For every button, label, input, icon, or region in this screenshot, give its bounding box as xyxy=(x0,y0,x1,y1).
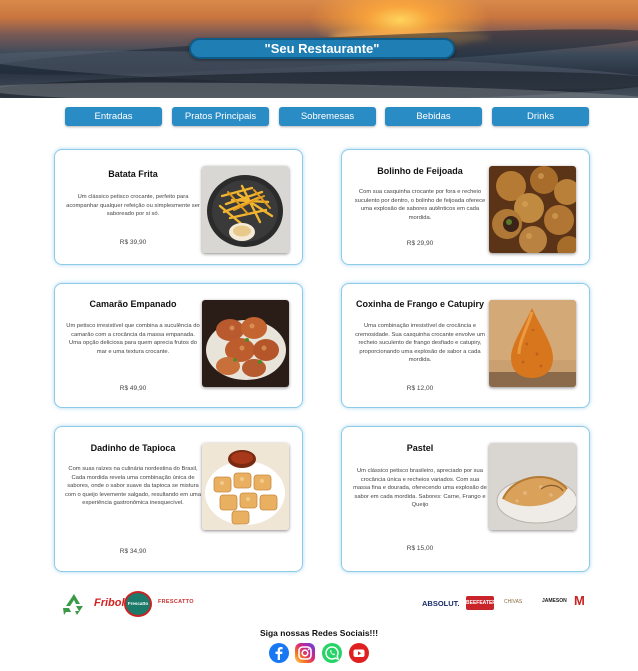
menu-card[interactable]: Camarão Empanado Um petisco irresistível… xyxy=(54,283,303,408)
recycle-icon xyxy=(63,594,83,615)
restaurant-title: "Seu Restaurante" xyxy=(189,38,455,59)
martini-logo: M xyxy=(574,593,585,608)
chivas-logo: CHIVAS xyxy=(504,599,523,605)
social-title: Siga nossas Redes Sociais!!! xyxy=(259,628,379,638)
item-price: R$ 12,00 xyxy=(406,385,434,392)
category-nav: Entradas Pratos Principais Sobremesas Be… xyxy=(0,107,638,126)
whatsapp-icon[interactable] xyxy=(322,643,342,663)
fribol-logo: Fribol xyxy=(94,597,125,609)
menu-card[interactable]: Coxinha de Frango e Catupiry Uma combina… xyxy=(341,283,590,408)
item-name: Pastel xyxy=(406,443,434,453)
batata-frita-photo xyxy=(202,166,289,253)
menu-card[interactable]: Pastel Um clássico petisco brasileiro, a… xyxy=(341,426,590,572)
instagram-icon[interactable] xyxy=(295,643,315,663)
nav-sobremesas-button[interactable]: Sobremesas xyxy=(279,107,376,126)
nav-bebidas-button[interactable]: Bebidas xyxy=(385,107,482,126)
camarao-empanado-photo xyxy=(202,300,289,387)
bolinho-feijoada-photo xyxy=(489,166,576,253)
partner-logos: Fribol Frescatto FRESCATTO ABSOLUT. BEEF… xyxy=(0,590,638,620)
item-price: R$ 34,90 xyxy=(119,548,147,555)
item-name: Dadinho de Tapioca xyxy=(90,443,176,453)
menu-card[interactable]: Dadinho de Tapioca Com suas raízes na cu… xyxy=(54,426,303,572)
item-price: R$ 49,90 xyxy=(119,385,147,392)
item-name: Bolinho de Feijoada xyxy=(377,166,463,176)
item-price: R$ 39,90 xyxy=(119,239,147,246)
item-name: Coxinha de Frango e Catupiry xyxy=(355,299,485,309)
menu-card[interactable]: Batata Frita Um clássico petisco crocant… xyxy=(54,149,303,265)
hero-banner: "Seu Restaurante" xyxy=(0,0,638,98)
item-price: R$ 15,00 xyxy=(406,545,434,552)
item-price: R$ 29,90 xyxy=(406,240,434,247)
frescatto-text-logo: FRESCATTO xyxy=(158,599,194,605)
pastel-photo xyxy=(489,443,576,530)
youtube-icon[interactable] xyxy=(349,643,369,663)
nav-pratos-principais-button[interactable]: Pratos Principais xyxy=(172,107,269,126)
frescatto-badge-logo: Frescatto xyxy=(124,591,152,617)
item-name: Batata Frita xyxy=(108,169,158,179)
item-description: Com sua casquinha crocante por fora e re… xyxy=(354,189,486,221)
nav-entradas-button[interactable]: Entradas xyxy=(65,107,162,126)
nav-drinks-button[interactable]: Drinks xyxy=(492,107,589,126)
item-description: Um petisco irresistível que combina a su… xyxy=(66,323,200,355)
item-name: Camarão Empanado xyxy=(89,299,177,309)
facebook-icon[interactable] xyxy=(269,643,289,663)
item-description: Um clássico petisco crocante, perfeito p… xyxy=(66,194,200,218)
dadinho-tapioca-photo xyxy=(202,443,289,530)
item-description: Com suas raízes na culinária nordestina … xyxy=(65,466,201,507)
absolut-logo: ABSOLUT. xyxy=(422,599,460,608)
item-description: Uma combinação irresistível de crocância… xyxy=(355,323,485,364)
coxinha-photo xyxy=(489,300,576,387)
item-description: Um clássico petisco brasileiro, apreciad… xyxy=(353,468,487,509)
jameson-logo: JAMESON xyxy=(542,598,567,604)
beefeater-logo: BEEFEATER xyxy=(466,596,496,610)
menu-card[interactable]: Bolinho de Feijoada Com sua casquinha cr… xyxy=(341,149,590,265)
